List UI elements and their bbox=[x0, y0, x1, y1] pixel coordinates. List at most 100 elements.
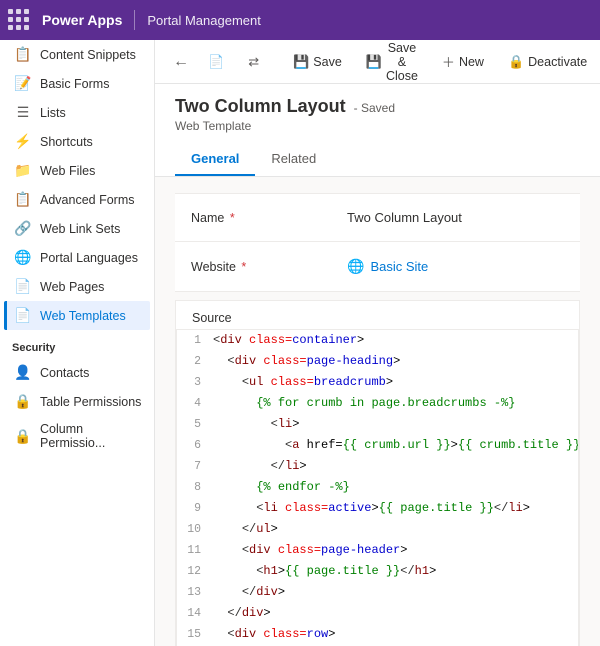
new-label: New bbox=[459, 55, 484, 69]
column-permissions-icon: 🔒 bbox=[14, 428, 32, 445]
globe-icon: 🌐 bbox=[347, 258, 364, 275]
save-button[interactable]: 💾 Save bbox=[282, 49, 353, 75]
line-content: <a href={{ crumb.url }}>{{ crumb.title }… bbox=[209, 435, 579, 456]
web-pages-icon: 📄 bbox=[14, 278, 32, 295]
deactivate-button[interactable]: 🔒 Deactivate bbox=[497, 49, 598, 75]
code-line: 5 <li> bbox=[177, 414, 578, 435]
line-content: <div class=page-header> bbox=[209, 540, 578, 561]
tab-related[interactable]: Related bbox=[255, 143, 332, 176]
save-close-icon: 💾 bbox=[366, 54, 382, 70]
name-value[interactable]: Two Column Layout bbox=[335, 202, 580, 233]
page-header: Two Column Layout - Saved Web Template G… bbox=[155, 84, 600, 177]
line-content: {% endfor -%} bbox=[209, 477, 578, 498]
lists-icon: ☰ bbox=[14, 104, 32, 121]
sidebar-item-advanced-forms[interactable]: 📋 Advanced Forms bbox=[4, 185, 150, 214]
sidebar-item-web-link-sets[interactable]: 🔗 Web Link Sets bbox=[4, 214, 150, 243]
code-line: 11 <div class=page-header> bbox=[177, 540, 578, 561]
code-line: 7 </li> bbox=[177, 456, 578, 477]
website-link-text: Basic Site bbox=[370, 259, 428, 274]
app-name: Power Apps bbox=[42, 12, 122, 28]
toolbar: ← 📄 ⇄ 💾 Save 💾 Save & Close ＋ New 🔒 bbox=[155, 40, 600, 84]
line-content: {% for crumb in page.breadcrumbs -%} bbox=[209, 393, 578, 414]
sidebar-item-lists[interactable]: ☰ Lists bbox=[4, 98, 150, 127]
code-line: 2 <div class=page-heading> bbox=[177, 351, 578, 372]
swap-button[interactable]: ⇄ bbox=[237, 49, 270, 75]
sidebar-item-web-templates[interactable]: 📄 Web Templates bbox=[4, 301, 150, 330]
new-button[interactable]: ＋ New bbox=[431, 47, 495, 76]
code-editor[interactable]: 1<div class=container>2 <div class=page-… bbox=[176, 329, 579, 646]
code-line: 13 </div> bbox=[177, 582, 578, 603]
sidebar-item-contacts[interactable]: 👤 Contacts bbox=[4, 358, 150, 387]
sidebar-item-label: Content Snippets bbox=[40, 48, 136, 62]
back-button[interactable]: ← bbox=[167, 49, 195, 75]
deactivate-label: Deactivate bbox=[528, 55, 587, 69]
save-label: Save bbox=[313, 55, 342, 69]
line-content: </div> bbox=[209, 603, 578, 624]
sidebar-item-label: Web Files bbox=[40, 164, 95, 178]
table-permissions-icon: 🔒 bbox=[14, 393, 32, 410]
sidebar-item-shortcuts[interactable]: ⚡ Shortcuts bbox=[4, 127, 150, 156]
advanced-forms-icon: 📋 bbox=[14, 191, 32, 208]
line-number: 6 bbox=[177, 435, 209, 456]
website-field-row: Website * 🌐 Basic Site bbox=[175, 242, 580, 292]
code-line: 14 </div> bbox=[177, 603, 578, 624]
sidebar-item-web-pages[interactable]: 📄 Web Pages bbox=[4, 272, 150, 301]
line-content: <div class=container> bbox=[209, 330, 578, 351]
sidebar-item-label: Lists bbox=[40, 106, 66, 120]
name-required: * bbox=[226, 211, 234, 225]
line-number: 5 bbox=[177, 414, 209, 435]
line-content: <li class=active>{{ page.title }}</li> bbox=[209, 498, 578, 519]
portal-languages-icon: 🌐 bbox=[14, 249, 32, 266]
website-link[interactable]: 🌐 Basic Site bbox=[347, 258, 568, 275]
name-label: Name * bbox=[175, 203, 335, 233]
sidebar-item-label: Advanced Forms bbox=[40, 193, 134, 207]
save-close-button[interactable]: 💾 Save & Close bbox=[355, 40, 429, 88]
web-link-sets-icon: 🔗 bbox=[14, 220, 32, 237]
line-number: 9 bbox=[177, 498, 209, 519]
line-content: </ul> bbox=[209, 519, 578, 540]
line-content: </div> bbox=[209, 582, 578, 603]
content-snippets-icon: 📋 bbox=[14, 46, 32, 63]
line-number: 4 bbox=[177, 393, 209, 414]
line-number: 2 bbox=[177, 351, 209, 372]
sidebar-item-portal-languages[interactable]: 🌐 Portal Languages bbox=[4, 243, 150, 272]
line-number: 7 bbox=[177, 456, 209, 477]
website-label: Website * bbox=[175, 252, 335, 282]
code-line: 12 <h1>{{ page.title }}</h1> bbox=[177, 561, 578, 582]
line-content: <ul class=breadcrumb> bbox=[209, 372, 578, 393]
line-number: 11 bbox=[177, 540, 209, 561]
code-line: 9 <li class=active>{{ page.title }}</li> bbox=[177, 498, 578, 519]
line-number: 14 bbox=[177, 603, 209, 624]
code-line: 6 <a href={{ crumb.url }}>{{ crumb.title… bbox=[177, 435, 578, 456]
line-content: <div class=row> bbox=[209, 624, 578, 645]
deactivate-icon: 🔒 bbox=[508, 54, 524, 70]
document-button[interactable]: 📄 bbox=[197, 49, 235, 75]
contacts-icon: 👤 bbox=[14, 364, 32, 381]
sidebar-item-label: Table Permissions bbox=[40, 395, 141, 409]
sidebar-item-label: Portal Languages bbox=[40, 251, 138, 265]
sidebar-item-label: Column Permissio... bbox=[40, 422, 142, 450]
line-number: 3 bbox=[177, 372, 209, 393]
content-area: ← 📄 ⇄ 💾 Save 💾 Save & Close ＋ New 🔒 bbox=[155, 40, 600, 646]
nav-divider bbox=[134, 10, 135, 30]
sidebar-item-basic-forms[interactable]: 📝 Basic Forms bbox=[4, 69, 150, 98]
app-grid-icon[interactable] bbox=[8, 9, 30, 31]
sidebar-item-label: Contacts bbox=[40, 366, 89, 380]
name-field-row: Name * Two Column Layout bbox=[175, 193, 580, 242]
line-content: <div class=page-heading> bbox=[209, 351, 578, 372]
source-label: Source bbox=[176, 301, 579, 329]
sidebar-item-content-snippets[interactable]: 📋 Content Snippets bbox=[4, 40, 150, 69]
shortcuts-icon: ⚡ bbox=[14, 133, 32, 150]
document-icon: 📄 bbox=[208, 54, 224, 70]
code-line: 10 </ul> bbox=[177, 519, 578, 540]
page-title: Two Column Layout bbox=[175, 96, 346, 117]
sidebar-item-label: Shortcuts bbox=[40, 135, 93, 149]
sidebar-item-label: Basic Forms bbox=[40, 77, 109, 91]
code-line: 1<div class=container> bbox=[177, 330, 578, 351]
tab-general[interactable]: General bbox=[175, 143, 255, 176]
sidebar-item-table-permissions[interactable]: 🔒 Table Permissions bbox=[4, 387, 150, 416]
sidebar-item-column-permissions[interactable]: 🔒 Column Permissio... bbox=[4, 416, 150, 456]
web-templates-icon: 📄 bbox=[14, 307, 32, 324]
sidebar-item-web-files[interactable]: 📁 Web Files bbox=[4, 156, 150, 185]
top-navigation: Power Apps Portal Management bbox=[0, 0, 600, 40]
